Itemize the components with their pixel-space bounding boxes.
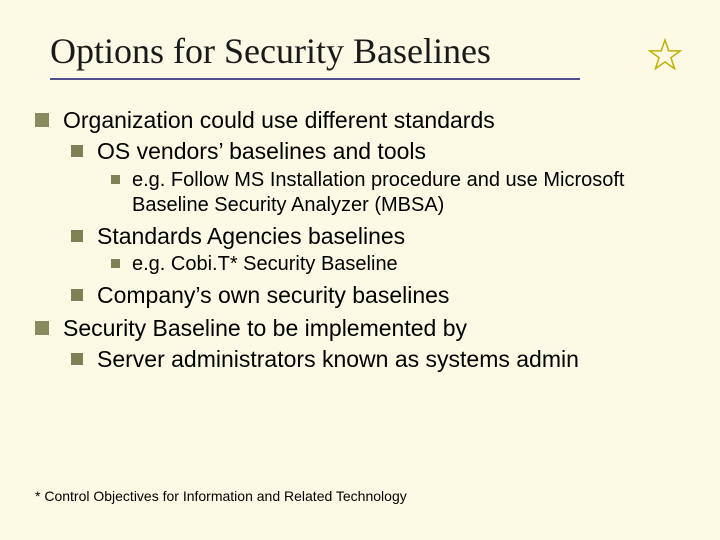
title-underline [50, 78, 580, 80]
bullet-text: Security Baseline to be implemented by [63, 314, 685, 343]
star-icon [648, 38, 682, 77]
bullet-lvl2: Standards Agencies baselines [71, 222, 685, 251]
bullet-lvl2: Company’s own security baselines [71, 281, 685, 310]
bullet-lvl3: e.g. Follow MS Installation procedure an… [111, 168, 685, 218]
bullet-lvl2: OS vendors’ baselines and tools [71, 137, 685, 166]
bullet-text: Server administrators known as systems a… [97, 345, 685, 374]
square-bullet-icon [71, 230, 83, 242]
bullet-lvl2: Server administrators known as systems a… [71, 345, 685, 374]
bullet-lvl3: e.g. Cobi.T* Security Baseline [111, 252, 685, 277]
square-bullet-icon [71, 289, 83, 301]
bullet-text: e.g. Follow MS Installation procedure an… [132, 168, 685, 218]
slide-title: Options for Security Baselines [50, 30, 491, 72]
bullet-text: Standards Agencies baselines [97, 222, 685, 251]
bullet-text: Company’s own security baselines [97, 281, 685, 310]
bullet-text: e.g. Cobi.T* Security Baseline [132, 252, 685, 277]
bullet-text: Organization could use different standar… [63, 106, 685, 135]
bullet-lvl1: Security Baseline to be implemented by [35, 314, 685, 343]
footnote: * Control Objectives for Information and… [35, 488, 407, 504]
square-bullet-icon [71, 145, 83, 157]
square-bullet-icon [111, 259, 120, 268]
slide-body: Organization could use different standar… [0, 80, 720, 374]
title-area: Options for Security Baselines [0, 0, 720, 80]
square-bullet-icon [71, 353, 83, 365]
square-bullet-icon [111, 175, 120, 184]
bullet-lvl1: Organization could use different standar… [35, 106, 685, 135]
square-bullet-icon [35, 321, 49, 335]
square-bullet-icon [35, 113, 49, 127]
bullet-text: OS vendors’ baselines and tools [97, 137, 685, 166]
